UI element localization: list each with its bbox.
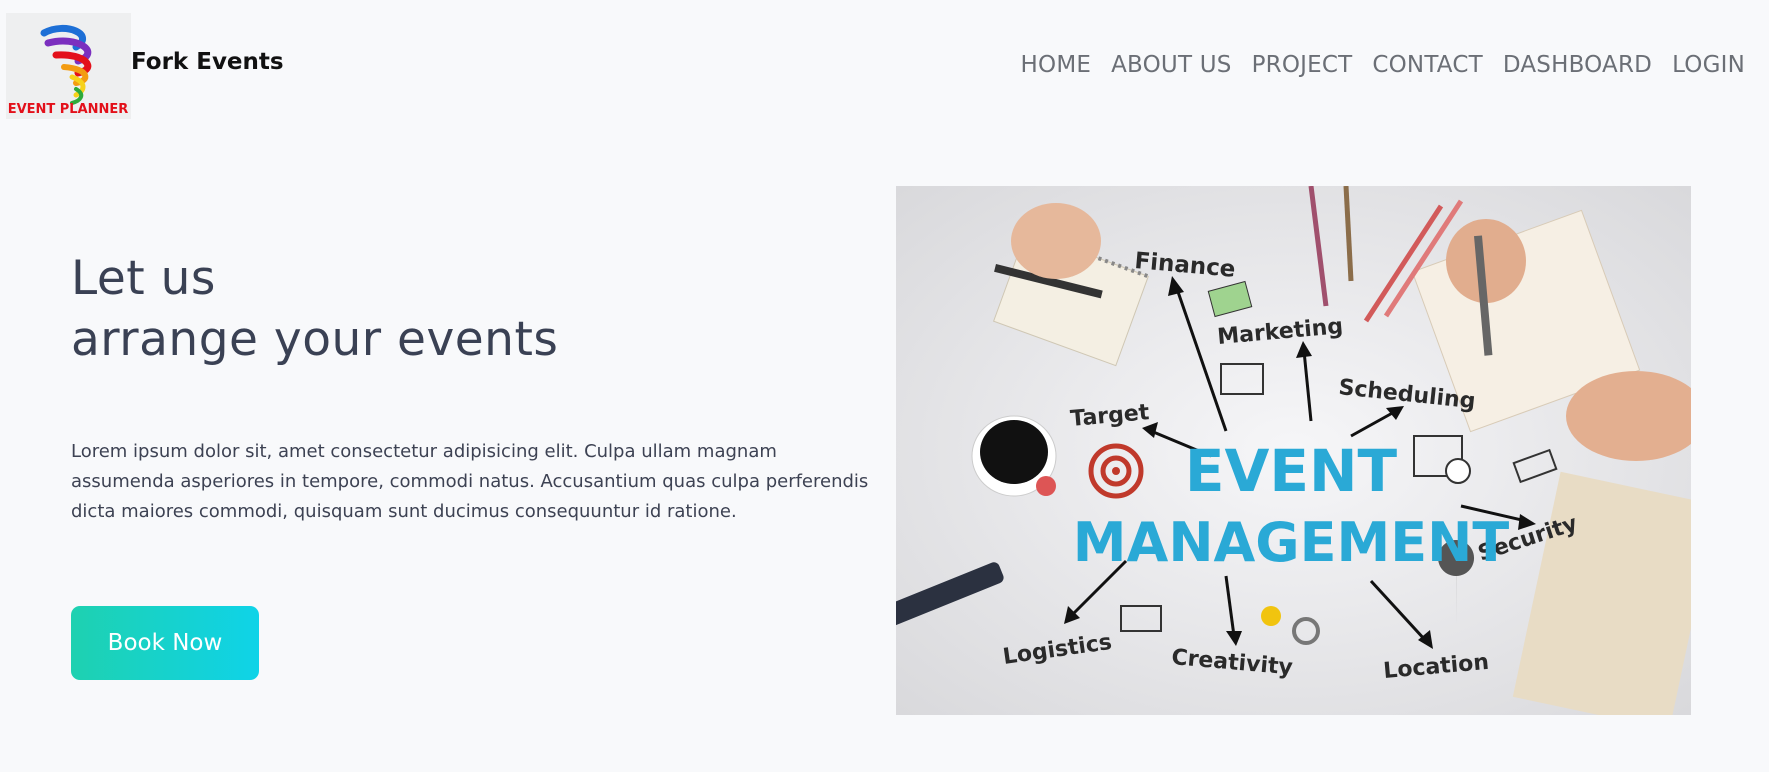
hero-title: Let us arrange your events bbox=[71, 248, 558, 370]
brand-name[interactable]: Fork Events bbox=[131, 49, 284, 75]
hero-image: Finance Marketing Scheduling Target Secu… bbox=[896, 186, 1691, 715]
hero-title-line2: arrange your events bbox=[71, 312, 559, 367]
nav-login[interactable]: LOGIN bbox=[1672, 52, 1745, 78]
nav-about-us[interactable]: ABOUT US bbox=[1111, 52, 1231, 78]
logo-text: EVENT PLANNER bbox=[8, 102, 129, 117]
nav-contact[interactable]: CONTACT bbox=[1372, 52, 1482, 78]
nav-dashboard[interactable]: DASHBOARD bbox=[1503, 52, 1652, 78]
clock-icon bbox=[1445, 458, 1471, 484]
event-word: EVENT bbox=[1185, 437, 1398, 505]
nav-home[interactable]: HOME bbox=[1021, 52, 1092, 78]
book-now-button[interactable]: Book Now bbox=[71, 606, 259, 680]
coffee-cup-icon bbox=[971, 415, 1057, 497]
management-word: MANAGEMENT bbox=[1073, 511, 1510, 574]
brand-logo[interactable]: EVENT PLANNER bbox=[6, 13, 131, 119]
hero-title-line1: Let us bbox=[71, 251, 216, 306]
logo-swirl-icon: EVENT PLANNER bbox=[8, 24, 129, 117]
site-header: EVENT PLANNER Fork Events HOME ABOUT US … bbox=[0, 0, 1769, 130]
main-nav: HOME ABOUT US PROJECT CONTACT DASHBOARD … bbox=[1021, 52, 1745, 78]
event-management-illustration: Finance Marketing Scheduling Target Secu… bbox=[896, 186, 1691, 715]
bulb-icon bbox=[1261, 606, 1281, 626]
hero-description: Lorem ipsum dolor sit, amet consectetur … bbox=[71, 441, 869, 522]
nav-project[interactable]: PROJECT bbox=[1252, 52, 1353, 78]
